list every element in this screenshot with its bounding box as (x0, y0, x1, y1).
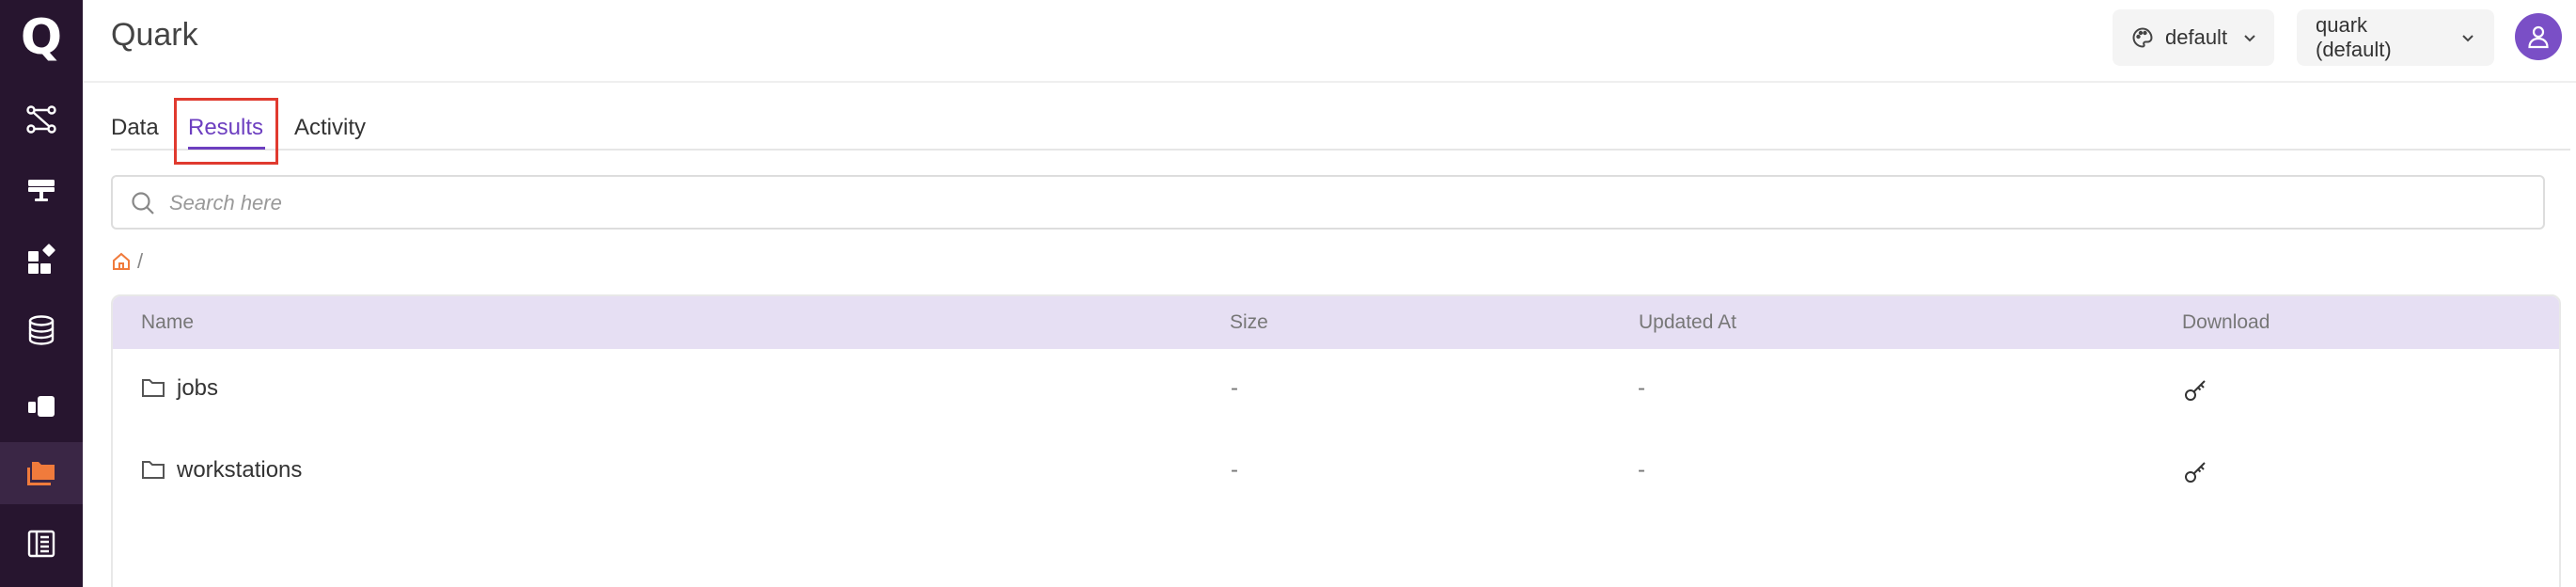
home-icon[interactable] (111, 251, 132, 272)
theme-selector-label: default (2165, 25, 2228, 49)
breadcrumb-separator: / (137, 249, 144, 273)
table-header: Name Size Updated At Download (113, 296, 2559, 349)
row-updated-at: - (1638, 375, 1645, 401)
breadcrumb: / (111, 249, 144, 273)
folder-icon (142, 379, 165, 397)
search-icon (132, 192, 154, 214)
sidebar-item-docs[interactable] (0, 513, 83, 575)
theme-selector-button[interactable]: default (2113, 9, 2274, 66)
page-title: Quark (111, 17, 198, 53)
sidebar-item-files[interactable] (0, 442, 83, 504)
column-header-size[interactable]: Size (1230, 311, 1268, 334)
tab-activity[interactable]: Activity (294, 115, 366, 141)
table-row[interactable]: workstations - - (113, 433, 2559, 514)
user-avatar[interactable] (2515, 13, 2562, 60)
search-input[interactable] (169, 186, 2520, 220)
row-updated-at: - (1638, 457, 1645, 483)
key-icon[interactable] (2183, 459, 2209, 485)
app-logo[interactable]: Q (0, 9, 83, 66)
column-header-download: Download (2182, 311, 2270, 333)
results-table: Name Size Updated At Download jobs - - w… (111, 294, 2561, 587)
folders-icon (27, 462, 55, 485)
palette-icon (2132, 27, 2153, 48)
sidebar-item-sessions[interactable] (0, 375, 83, 437)
row-name[interactable]: workstations (177, 457, 302, 484)
workstation-icon (28, 180, 55, 201)
chevron-down-icon (2244, 35, 2255, 42)
user-icon (2528, 25, 2549, 49)
folder-icon (142, 461, 165, 479)
apps-icon (28, 244, 55, 274)
chevron-down-icon (2462, 35, 2474, 42)
row-name[interactable]: jobs (177, 375, 218, 402)
tab-bar: Data Results Activity (111, 111, 2570, 151)
workflow-icon (26, 105, 56, 134)
row-size: - (1231, 375, 1238, 401)
notebook-icon (27, 530, 55, 558)
sidebar-item-datasets[interactable] (0, 299, 83, 361)
table-row[interactable]: jobs - - (113, 351, 2559, 432)
project-selector-label: quark (default) (2316, 13, 2392, 61)
sidebar-item-workflow[interactable] (0, 88, 83, 151)
database-icon (28, 315, 55, 345)
key-icon[interactable] (2183, 377, 2209, 404)
project-selector-button[interactable]: quark (default) (2297, 9, 2494, 66)
tab-data[interactable]: Data (111, 115, 159, 141)
column-header-updated-at[interactable]: Updated At (1639, 311, 1736, 334)
sessions-icon (28, 396, 55, 417)
row-size: - (1231, 457, 1238, 483)
search-bar (111, 175, 2545, 230)
column-header-name[interactable]: Name (141, 311, 194, 334)
sidebar-item-workstations[interactable] (0, 158, 83, 220)
top-header: Quark default quark (default) (83, 0, 2576, 83)
results-tab-highlight (174, 98, 278, 165)
sidebar: Q (0, 0, 83, 587)
sidebar-item-apps[interactable] (0, 229, 83, 291)
logo-letter: Q (20, 9, 63, 66)
